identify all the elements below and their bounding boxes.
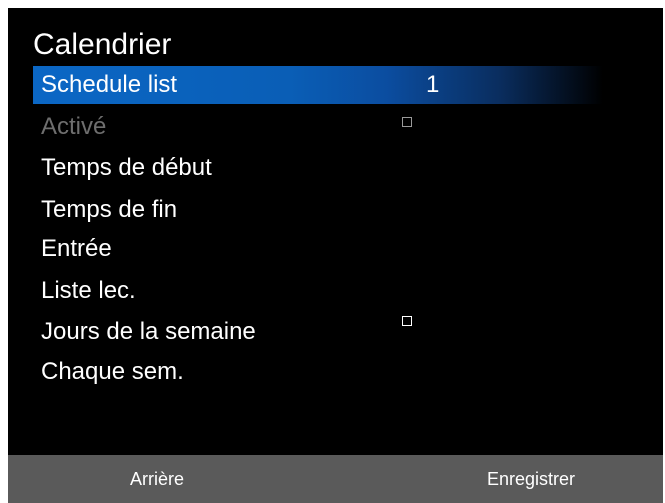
page-title: Calendrier [33,28,172,61]
menu-item-schedule-list[interactable]: Schedule list 1 [33,66,603,104]
schedule-list-value: 1 [426,71,440,98]
active-checkbox [402,117,412,127]
menu-item-playlist[interactable]: Liste lec. [33,272,603,310]
menu-item-label: Schedule list [41,71,178,98]
menu-item-label: Chaque sem. [41,358,184,385]
menu-item-end-time[interactable]: Temps de fin [33,191,603,229]
calendar-screen: Calendrier Schedule list 1 Activé Temps … [8,8,663,503]
back-button[interactable]: Arrière [130,455,184,503]
menu-item-label: Jours de la semaine [41,318,256,345]
menu-item-active: Activé [33,108,603,146]
menu-item-days-of-week[interactable]: Jours de la semaine [33,313,603,351]
menu-item-start-time[interactable]: Temps de début [33,149,603,187]
menu-item-every-week[interactable]: Chaque sem. [33,353,603,391]
menu-item-label: Liste lec. [41,277,136,304]
days-of-week-checkbox[interactable] [402,316,412,326]
bottom-action-bar: Arrière Enregistrer [8,455,663,503]
menu-item-label: Temps de début [41,154,212,181]
menu-item-label: Activé [41,113,107,140]
menu-item-label: Entrée [41,235,112,262]
menu-item-input[interactable]: Entrée [33,230,603,268]
save-button[interactable]: Enregistrer [487,455,575,503]
menu-item-label: Temps de fin [41,196,178,223]
